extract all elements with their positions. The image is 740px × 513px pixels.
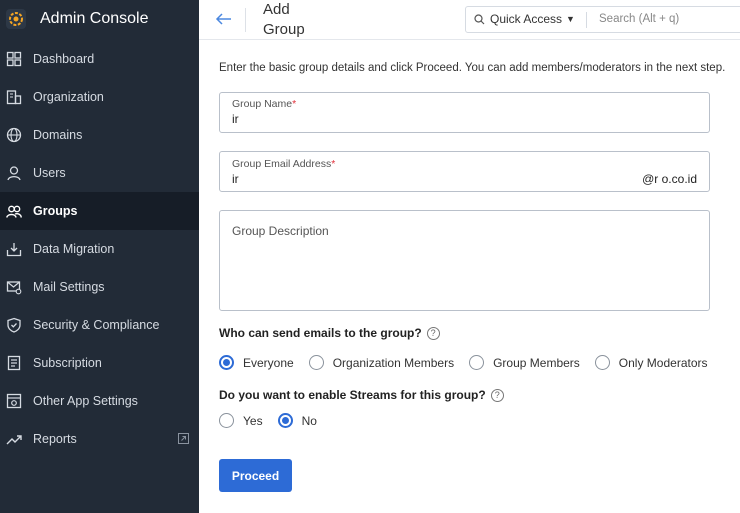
sidebar-item-reports[interactable]: Reports: [0, 420, 199, 458]
sidebar-item-label: Reports: [33, 432, 77, 446]
sidebar-item-groups[interactable]: Groups: [0, 192, 199, 230]
radio-organization-members[interactable]: Organization Members: [308, 355, 455, 370]
search-bar[interactable]: Quick Access ▼ Search (Alt + q): [465, 6, 740, 33]
group-description-placeholder: Group Description: [232, 224, 329, 238]
sidebar-item-label: Data Migration: [33, 242, 115, 256]
sidebar-item-users[interactable]: Users: [0, 154, 199, 192]
group-icon: [6, 203, 22, 219]
group-name-value: ir: [232, 112, 239, 126]
help-icon[interactable]: ?: [490, 388, 504, 402]
mail-settings-icon: [6, 279, 22, 295]
radio-button[interactable]: [277, 413, 293, 428]
user-icon: [6, 165, 22, 181]
search-input[interactable]: Search (Alt + q): [599, 13, 679, 25]
sidebar-header: Admin Console: [0, 0, 199, 38]
radio-button[interactable]: [594, 355, 610, 370]
top-bar: Add Group Quick Access ▼ Search (Alt + q…: [199, 0, 740, 40]
quick-access-dropdown[interactable]: Quick Access ▼: [474, 12, 575, 26]
sidebar-item-label: Other App Settings: [33, 394, 138, 408]
intro-text: Enter the basic group details and click …: [219, 62, 726, 74]
radio-label: Only Moderators: [618, 355, 708, 370]
sidebar-item-label: Users: [33, 166, 66, 180]
sidebar-item-mail-settings[interactable]: Mail Settings: [0, 268, 199, 306]
reports-icon: [6, 431, 22, 447]
divider: [245, 8, 246, 32]
dashboard-icon: [6, 51, 22, 67]
back-arrow-icon[interactable]: [215, 10, 233, 28]
radio-label: Yes: [243, 413, 263, 428]
sidebar-item-security[interactable]: Security & Compliance: [0, 306, 199, 344]
email-domain: @r o.co.id: [642, 172, 697, 186]
radio-yes[interactable]: Yes: [219, 413, 263, 428]
send-permission-options: Everyone Organization Members Group Memb…: [219, 355, 723, 370]
question-label: Who can send emails to the group?: [219, 326, 422, 340]
sidebar-item-label: Groups: [33, 204, 78, 218]
divider: [586, 12, 587, 28]
globe-icon: [6, 127, 22, 143]
question-label: Do you want to enable Streams for this g…: [219, 388, 486, 402]
radio-no[interactable]: No: [277, 413, 317, 428]
group-email-label: Group Email Address*: [232, 158, 336, 170]
sidebar-item-data-migration[interactable]: Data Migration: [0, 230, 199, 268]
group-name-label: Group Name*: [232, 98, 297, 110]
sidebar: Admin Console Dashboard Organization Dom…: [0, 0, 199, 513]
subscription-icon: [6, 355, 22, 371]
radio-label: Everyone: [243, 355, 294, 370]
page-title: Add Group: [263, 1, 305, 38]
radio-everyone[interactable]: Everyone: [219, 355, 294, 370]
sidebar-item-label: Security & Compliance: [33, 318, 160, 332]
sidebar-item-label: Domains: [33, 128, 83, 142]
radio-only-moderators[interactable]: Only Moderators: [594, 355, 708, 370]
open-external-icon[interactable]: [178, 433, 189, 444]
admin-logo-icon: [6, 9, 26, 29]
radio-button[interactable]: [219, 355, 234, 370]
organization-icon: [6, 89, 22, 105]
streams-options: Yes No: [219, 413, 332, 428]
radio-group-members[interactable]: Group Members: [469, 355, 580, 370]
sidebar-item-domains[interactable]: Domains: [0, 116, 199, 154]
sidebar-item-label: Organization: [33, 90, 104, 104]
group-email-value: ir: [232, 172, 239, 186]
radio-button[interactable]: [219, 413, 234, 428]
streams-question: Do you want to enable Streams for this g…: [219, 388, 504, 402]
radio-label: Organization Members: [332, 355, 455, 370]
proceed-button[interactable]: Proceed: [219, 459, 292, 492]
sidebar-item-label: Subscription: [33, 356, 102, 370]
quick-access-label: Quick Access: [490, 12, 563, 26]
help-icon[interactable]: ?: [426, 326, 440, 340]
migration-icon: [6, 241, 22, 257]
send-permission-question: Who can send emails to the group? ?: [219, 326, 440, 340]
sidebar-item-other-app-settings[interactable]: Other App Settings: [0, 382, 199, 420]
sidebar-item-dashboard[interactable]: Dashboard: [0, 40, 199, 78]
radio-button[interactable]: [469, 355, 485, 370]
shield-icon: [6, 317, 22, 333]
caret-down-icon: ▼: [566, 14, 575, 24]
sidebar-item-label: Mail Settings: [33, 280, 105, 294]
sidebar-item-label: Dashboard: [33, 52, 95, 66]
sidebar-item-organization[interactable]: Organization: [0, 78, 199, 116]
radio-label: No: [301, 413, 317, 428]
group-description-field[interactable]: Group Description: [219, 210, 710, 311]
search-icon: [474, 13, 485, 24]
radio-button[interactable]: [308, 355, 324, 370]
group-name-field[interactable]: Group Name* ir: [219, 92, 710, 133]
app-title: Admin Console: [40, 10, 149, 27]
group-email-field[interactable]: Group Email Address* ir @r o.co.id: [219, 151, 710, 192]
sidebar-item-subscription[interactable]: Subscription: [0, 344, 199, 382]
app-settings-icon: [6, 393, 22, 409]
radio-label: Group Members: [493, 355, 580, 370]
